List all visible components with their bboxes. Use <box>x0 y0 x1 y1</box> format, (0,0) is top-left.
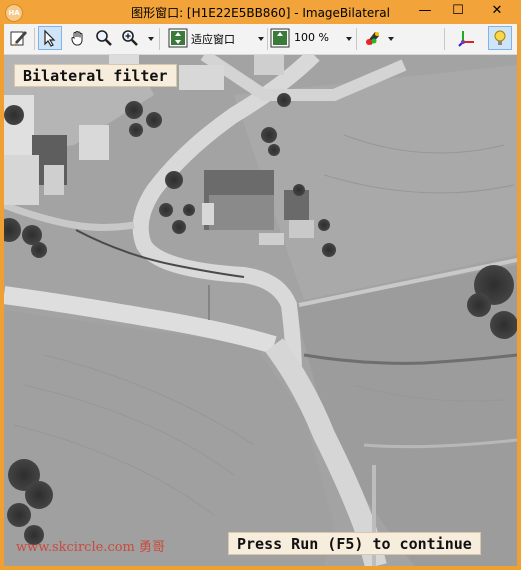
title-bar: HA 图形窗口: [H1E22E5BB860] - ImageBilateral… <box>0 0 521 24</box>
image-viewport[interactable]: Bilateral filter Press Run (F5) to conti… <box>4 55 517 566</box>
minimize-button[interactable]: — <box>410 0 440 22</box>
zoom-in-icon[interactable] <box>119 27 141 49</box>
watermark-text: www.skcircle.com 勇哥 <box>16 540 166 555</box>
fit-combo-value[interactable]: 适应窗口 <box>191 31 235 47</box>
color-set-icon[interactable] <box>362 27 384 49</box>
magnifier-icon[interactable] <box>93 27 115 49</box>
hand-icon[interactable] <box>67 27 89 49</box>
zoom-percent-icon <box>269 27 291 49</box>
continue-prompt-label: Press Run (F5) to continue <box>228 532 481 555</box>
close-button[interactable]: ✕ <box>477 0 517 22</box>
fit-window-icon <box>167 27 189 49</box>
toolbar: 适应窗口 100 % <box>4 24 517 55</box>
zoom-combo-chevron-down-icon[interactable] <box>346 37 352 41</box>
lightbulb-icon[interactable] <box>488 26 512 50</box>
filter-name-label: Bilateral filter <box>14 64 177 87</box>
maximize-button[interactable]: ☐ <box>443 0 473 22</box>
pointer-icon[interactable] <box>38 26 62 50</box>
aerial-image <box>4 55 517 566</box>
zoom-combo-value[interactable]: 100 % <box>294 31 329 44</box>
color-chevron-down-icon[interactable] <box>388 37 394 41</box>
fit-combo-chevron-down-icon[interactable] <box>258 37 264 41</box>
zoom-dropdown-chevron-down-icon[interactable] <box>148 37 154 41</box>
axes-icon[interactable] <box>456 27 478 49</box>
edit-icon[interactable] <box>8 27 30 49</box>
